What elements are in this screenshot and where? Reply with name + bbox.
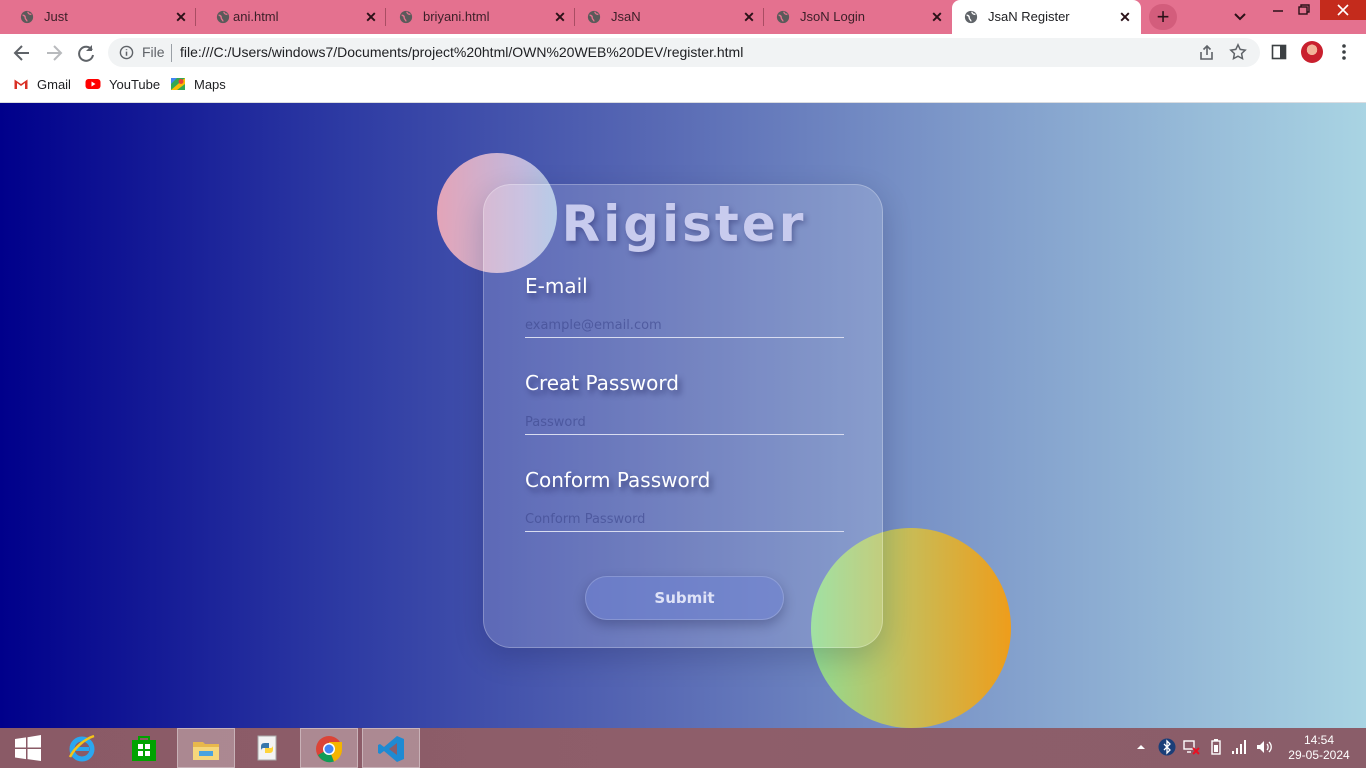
tab-close-icon[interactable]: ✕ (551, 8, 569, 26)
window-close-button[interactable] (1320, 0, 1366, 20)
address-separator (171, 44, 172, 62)
show-hidden-icons-icon[interactable] (1134, 738, 1148, 756)
bookmark-star-icon[interactable] (1229, 43, 1247, 61)
clock-time: 14:54 (1303, 733, 1335, 747)
scheme-label: File (142, 44, 165, 60)
profile-avatar[interactable] (1301, 41, 1323, 63)
close-icon (1337, 4, 1349, 16)
email-field[interactable] (525, 314, 844, 338)
bookmark-youtube[interactable]: YouTube (85, 76, 160, 92)
globe-icon (964, 10, 978, 24)
clock-date: 29-05-2024 (1288, 748, 1350, 762)
taskbar-file-explorer[interactable] (177, 728, 235, 768)
info-icon[interactable] (119, 45, 134, 60)
bookmark-label: Maps (194, 76, 226, 92)
network-error-icon[interactable] (1182, 738, 1200, 756)
internet-explorer-icon (68, 734, 95, 762)
tab-briyani-html[interactable]: briyani.html ✕ (386, 0, 575, 34)
file-explorer-icon (193, 742, 219, 760)
bookmarks-bar: Gmail YouTube Maps (0, 70, 1366, 103)
python-idle-icon (257, 735, 277, 761)
back-arrow-icon[interactable] (11, 42, 33, 64)
tab-jsan[interactable]: JsaN ✕ (575, 0, 764, 34)
email-label: E-mail (525, 274, 588, 298)
bookmark-maps[interactable]: Maps (170, 76, 226, 92)
taskbar-python-idle[interactable] (239, 728, 297, 768)
taskbar-store[interactable] (116, 728, 174, 768)
tab-strip: Just ✕ ani.html ✕ briyani.html ✕ JsaN ✕ … (0, 0, 1366, 34)
tab-label: JsaN (611, 9, 641, 24)
bookmark-gmail[interactable]: Gmail (13, 76, 71, 92)
tab-close-icon[interactable]: ✕ (362, 8, 380, 26)
tab-label: JsoN Login (800, 9, 866, 24)
globe-icon (399, 10, 413, 24)
globe-icon (776, 10, 790, 24)
tab-label: Just (44, 9, 68, 24)
tab-label: ani.html (233, 9, 279, 24)
page-title: Rigister (561, 195, 807, 253)
store-icon (132, 736, 156, 761)
chrome-icon (316, 736, 343, 763)
share-icon[interactable] (1198, 44, 1216, 62)
new-tab-button[interactable]: + (1149, 4, 1177, 30)
start-button[interactable] (0, 728, 58, 768)
minimize-icon[interactable] (1268, 0, 1288, 20)
register-page: Rigister E-mail Creat Password Conform P… (0, 103, 1366, 728)
restore-icon[interactable] (1294, 0, 1314, 20)
submit-button[interactable]: Submit (585, 576, 784, 620)
reload-icon[interactable] (75, 42, 97, 64)
bluetooth-icon[interactable] (1158, 738, 1176, 756)
bookmark-label: Gmail (37, 76, 71, 92)
forward-arrow-icon[interactable] (43, 42, 65, 64)
globe-icon (20, 10, 34, 24)
tab-close-icon[interactable]: ✕ (740, 8, 758, 26)
tab-close-icon[interactable]: ✕ (172, 8, 190, 26)
tab-json-login[interactable]: JsoN Login ✕ (764, 0, 952, 34)
taskbar-clock[interactable]: 14:54 29-05-2024 (1283, 733, 1355, 763)
confirm-password-label: Conform Password (525, 468, 711, 492)
create-password-label: Creat Password (525, 371, 679, 395)
taskbar-internet-explorer[interactable] (54, 728, 112, 768)
taskbar-chrome[interactable] (300, 728, 358, 768)
address-bar[interactable]: File file:///C:/Users/windows7/Documents… (108, 38, 1260, 67)
tab-close-icon[interactable]: ✕ (928, 8, 946, 26)
side-panel-icon[interactable] (1271, 44, 1287, 60)
globe-icon (216, 10, 230, 24)
tab-label: JsaN Register (988, 9, 1070, 24)
tab-label: briyani.html (423, 9, 490, 24)
gmail-icon (14, 79, 28, 89)
tab-ani-html[interactable]: ani.html ✕ (196, 0, 386, 34)
youtube-icon (85, 79, 101, 89)
volume-icon[interactable] (1255, 738, 1273, 756)
battery-icon[interactable] (1209, 738, 1223, 756)
register-card: Rigister E-mail Creat Password Conform P… (483, 184, 883, 648)
create-password-field[interactable] (525, 411, 844, 435)
taskbar-vscode[interactable] (362, 728, 420, 768)
more-menu-icon[interactable] (1337, 42, 1351, 62)
browser-toolbar: File file:///C:/Users/windows7/Documents… (0, 34, 1366, 70)
tab-close-icon[interactable]: ✕ (1116, 8, 1134, 26)
windows-taskbar: 14:54 29-05-2024 (0, 728, 1366, 768)
url-text[interactable]: file:///C:/Users/windows7/Documents/proj… (180, 44, 743, 60)
confirm-password-field[interactable] (525, 508, 844, 532)
start-icon (15, 735, 41, 761)
signal-icon[interactable] (1230, 738, 1248, 756)
tab-just[interactable]: Just ✕ (0, 0, 196, 34)
maps-icon (171, 78, 185, 90)
globe-icon (587, 10, 601, 24)
vscode-icon (378, 736, 404, 762)
tab-search-chevron-icon[interactable] (1230, 7, 1250, 27)
tab-jsan-register[interactable]: JsaN Register ✕ (952, 0, 1141, 34)
bookmark-label: YouTube (109, 76, 161, 92)
